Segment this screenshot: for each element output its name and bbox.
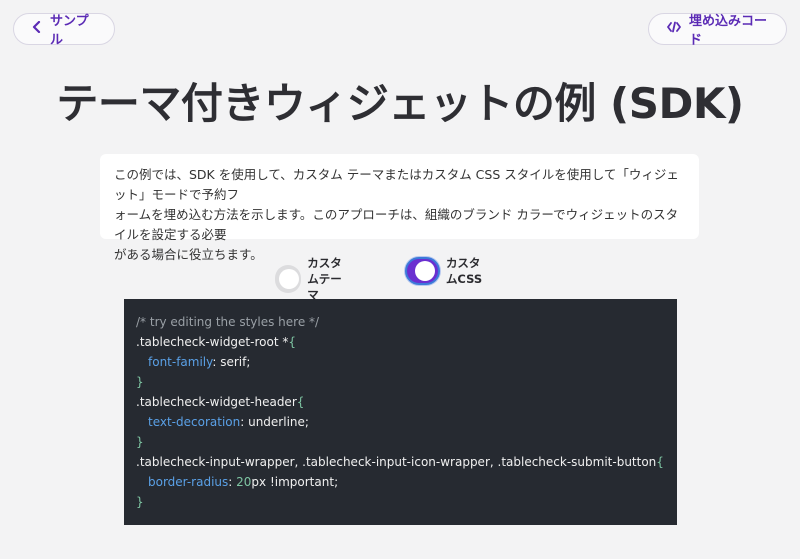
back-button-label: サンプル — [50, 14, 89, 48]
code-brace: { — [296, 395, 305, 409]
description-line: この例では、SDK を使用して、カスタム テーマまたはカスタム CSS スタイル… — [114, 167, 679, 202]
code-number: 20 — [236, 475, 252, 489]
code-value: serif — [220, 355, 247, 369]
custom-theme-label: カスタムテーマ — [307, 256, 342, 302]
toggle-knob — [279, 269, 299, 289]
code-selector: .tablecheck-widget-root * — [136, 335, 289, 349]
code-selector: .tablecheck-input-wrapper, .tablecheck-i… — [136, 455, 657, 469]
custom-css-toggle-group: カスタムCSS — [405, 255, 490, 287]
code-property: text-decoration — [148, 415, 241, 429]
page-title: テーマ付きウィジェットの例 (SDK) — [56, 79, 744, 128]
description-line: がある場合に役立ちます。 — [114, 247, 263, 262]
toggle-knob — [414, 261, 435, 281]
custom-css-toggle[interactable] — [405, 257, 440, 285]
code-comment: /* try editing the styles here */ — [136, 315, 320, 329]
chevron-left-icon — [32, 20, 42, 37]
custom-css-label: カスタムCSS — [445, 256, 483, 286]
embed-code-button[interactable]: 埋め込みコード — [648, 13, 787, 48]
code-brace: } — [136, 435, 144, 449]
code-icon — [667, 21, 681, 37]
code-line: .tablecheck-input-wrapper, .tablecheck-i… — [136, 452, 665, 472]
code-value: underline — [248, 415, 305, 429]
code-line: } — [136, 372, 665, 392]
description-card: この例では、SDK を使用して、カスタム テーマまたはカスタム CSS スタイル… — [100, 154, 699, 262]
code-value: px !important — [251, 475, 335, 489]
code-line: .tablecheck-widget-header{ — [136, 392, 665, 412]
description-line: ォームを埋め込む方法を示します。このアプローチは、組織のブランド カラーでウィジ… — [114, 207, 679, 242]
code-brace: } — [136, 375, 144, 389]
code-line: } — [136, 432, 665, 452]
embed-button-label: 埋め込みコード — [689, 14, 768, 48]
code-brace: { — [656, 455, 664, 469]
code-line: .tablecheck-widget-root *{ — [136, 332, 665, 352]
code-line: font-family: serif; — [148, 355, 251, 369]
back-to-samples-button[interactable]: サンプル — [13, 13, 115, 48]
code-line: text-decoration: underline; — [148, 415, 309, 429]
code-line: border-radius: 20px !important; — [148, 475, 339, 489]
code-brace: { — [288, 335, 296, 349]
code-line: } — [136, 492, 665, 512]
code-brace: } — [136, 495, 144, 509]
code-property: font-family — [148, 355, 213, 369]
code-selector: .tablecheck-widget-header — [136, 395, 297, 409]
css-code-editor[interactable]: /* try editing the styles here */ .table… — [124, 299, 677, 525]
custom-theme-toggle[interactable] — [275, 265, 302, 293]
custom-theme-toggle-group: カスタムテーマ — [275, 255, 347, 303]
code-line: /* try editing the styles here */ — [136, 312, 665, 332]
code-property: border-radius — [148, 475, 229, 489]
